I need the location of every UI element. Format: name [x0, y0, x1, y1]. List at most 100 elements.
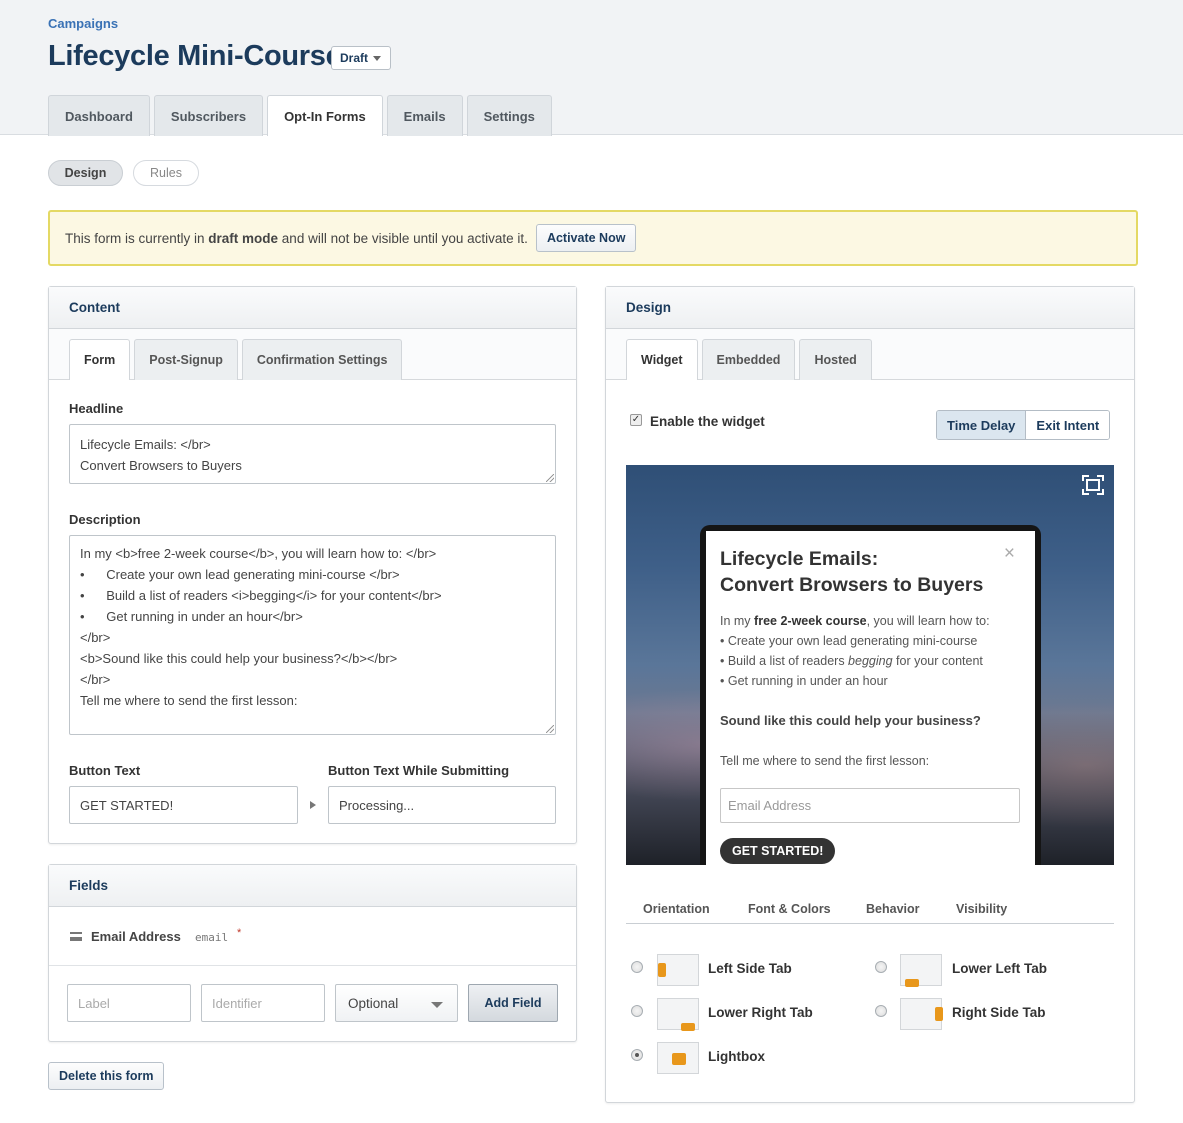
lightbox-thumbnail: [657, 1042, 699, 1074]
tab-behavior[interactable]: Behavior: [866, 902, 920, 916]
tab-opt-in-forms[interactable]: Opt-In Forms: [267, 95, 383, 136]
right-side-tab-thumbnail: [900, 998, 943, 1030]
activate-now-button[interactable]: Activate Now: [535, 224, 637, 252]
status-dropdown[interactable]: Draft: [331, 46, 391, 70]
description-label: Description: [69, 512, 141, 527]
exit-intent-button[interactable]: Exit Intent: [1026, 411, 1110, 439]
drag-handle-icon[interactable]: [70, 932, 82, 941]
lightbox-label[interactable]: Lightbox: [708, 1049, 765, 1064]
design-mode-pill[interactable]: Design: [48, 160, 123, 186]
tab-visibility[interactable]: Visibility: [956, 902, 1007, 916]
widget-preview: Lifecycle Emails: Convert Browsers to Bu…: [626, 465, 1114, 865]
preview-submit-button[interactable]: GET STARTED!: [720, 838, 836, 864]
lower-left-tab-label[interactable]: Lower Left Tab: [952, 961, 1047, 976]
page-header: Campaigns Lifecycle Mini-Course Draft Da…: [0, 0, 1183, 136]
preview-bullet-1: • Create your own lead generating mini-c…: [720, 634, 978, 648]
enable-widget-label: Enable the widget: [650, 414, 765, 429]
description-textarea[interactable]: In my <b>free 2-week course</b>, you wil…: [69, 535, 556, 735]
fields-panel: Fields Email Address email * Label Ident…: [48, 864, 577, 1042]
expand-icon[interactable]: [1082, 475, 1104, 495]
lower-right-tab-thumbnail: [657, 998, 699, 1031]
preview-question: Sound like this could help your business…: [720, 713, 981, 728]
fields-panel-title: Fields: [49, 865, 576, 907]
tab-orientation[interactable]: Orientation: [643, 902, 710, 916]
main-tabs: Dashboard Subscribers Opt-In Forms Email…: [48, 95, 552, 136]
time-delay-button[interactable]: Time Delay: [937, 411, 1027, 439]
tab-settings[interactable]: Settings: [466, 95, 552, 136]
preview-bullet-2-after: for your content: [892, 654, 983, 668]
design-panel: Design Widget Embedded Hosted ✓ Enable t…: [605, 286, 1135, 1103]
left-side-tab-label[interactable]: Left Side Tab: [708, 961, 792, 976]
notice-text-before: This form is currently in: [65, 230, 209, 246]
lower-right-tab-label[interactable]: Lower Right Tab: [708, 1005, 813, 1020]
notice-emphasis: draft mode: [208, 230, 279, 246]
tab-post-signup[interactable]: Post-Signup: [134, 339, 238, 380]
tab-embedded[interactable]: Embedded: [701, 339, 796, 380]
field-row[interactable]: Email Address email *: [49, 907, 576, 966]
tab-widget[interactable]: Widget: [626, 339, 698, 380]
chevron-down-icon: [373, 55, 382, 61]
tab-font-colors[interactable]: Font & Colors: [748, 902, 831, 916]
resize-grip-icon[interactable]: [546, 725, 554, 733]
design-tabbar: Widget Embedded Hosted: [606, 329, 1134, 380]
page-title: Lifecycle Mini-Course: [48, 40, 342, 72]
required-select[interactable]: Optional: [335, 984, 458, 1022]
preview-modal: Lifecycle Emails: Convert Browsers to Bu…: [706, 531, 1035, 865]
orientation-radio-left-side[interactable]: [631, 961, 643, 973]
field-type: email: [195, 931, 229, 944]
tab-subscribers[interactable]: Subscribers: [153, 95, 264, 136]
tab-form[interactable]: Form: [69, 339, 131, 380]
field-name: Email Address: [91, 929, 181, 944]
content-panel-title: Content: [49, 287, 576, 329]
left-side-tab-thumbnail: [657, 954, 699, 986]
content-tabbar: Form Post-Signup Confirmation Settings: [49, 329, 576, 380]
preview-intro-bold: free 2-week course: [754, 614, 867, 628]
tab-hosted[interactable]: Hosted: [799, 339, 872, 380]
notice-text-after: and will not be visible until you activa…: [278, 230, 528, 246]
status-value: Draft: [340, 51, 369, 65]
button-submitting-input[interactable]: Processing...: [328, 786, 556, 824]
preview-cta: Tell me where to send the first lesson:: [720, 754, 930, 768]
resize-grip-icon[interactable]: [546, 474, 554, 482]
required-mark: *: [237, 927, 242, 939]
preview-intro-before: In my: [720, 614, 755, 628]
tab-dashboard[interactable]: Dashboard: [48, 95, 150, 136]
trigger-toggle: Time Delay Exit Intent: [936, 410, 1111, 440]
button-submitting-label: Button Text While Submitting: [328, 763, 510, 778]
preview-title: Lifecycle Emails: Convert Browsers to Bu…: [720, 548, 984, 596]
draft-notice: This form is currently in draft mode and…: [48, 210, 1138, 266]
button-text-input[interactable]: GET STARTED!: [69, 786, 298, 824]
orientation-radio-right-side[interactable]: [875, 1005, 887, 1017]
tab-confirmation-settings[interactable]: Confirmation Settings: [241, 339, 403, 380]
preview-intro: In my free 2-week course, you will learn…: [720, 611, 990, 631]
preview-email-input[interactable]: Email Address: [720, 788, 1020, 823]
add-field-button[interactable]: Add Field: [468, 984, 558, 1022]
design-option-tabs: Orientation Font & Colors Behavior Visib…: [626, 891, 1114, 924]
label-input[interactable]: Label: [67, 984, 191, 1022]
preview-intro-after: , you will learn how to:: [866, 614, 990, 628]
required-select-value: Optional: [348, 995, 399, 1011]
identifier-input[interactable]: Identifier: [201, 984, 325, 1022]
preview-bullet-2-before: • Build a list of readers: [720, 654, 849, 668]
breadcrumb-campaigns[interactable]: Campaigns: [48, 16, 118, 31]
button-text-label: Button Text: [69, 763, 141, 778]
orientation-radio-lightbox[interactable]: [631, 1049, 643, 1061]
orientation-radio-lower-left[interactable]: [875, 961, 887, 973]
headline-textarea[interactable]: Lifecycle Emails: </br> Convert Browsers…: [69, 424, 556, 484]
lower-left-tab-thumbnail: [900, 954, 942, 987]
close-icon[interactable]: ×: [1004, 543, 1015, 565]
design-panel-title: Design: [606, 287, 1134, 329]
right-side-tab-label[interactable]: Right Side Tab: [952, 1005, 1046, 1020]
rules-mode-pill[interactable]: Rules: [133, 160, 199, 186]
preview-bullet-3: • Get running in under an hour: [720, 674, 888, 688]
content-panel: Content Form Post-Signup Confirmation Se…: [48, 286, 577, 844]
arrow-right-icon: [310, 801, 316, 809]
delete-form-button[interactable]: Delete this form: [48, 1062, 165, 1090]
preview-bullet-2: • Build a list of readers begging for yo…: [720, 651, 983, 671]
enable-widget-checkbox[interactable]: ✓: [630, 414, 642, 426]
chevron-down-icon: [431, 1002, 443, 1008]
headline-label: Headline: [69, 401, 124, 416]
preview-bullet-2-italic: begging: [848, 654, 893, 668]
tab-emails[interactable]: Emails: [386, 95, 463, 136]
orientation-radio-lower-right[interactable]: [631, 1005, 643, 1017]
